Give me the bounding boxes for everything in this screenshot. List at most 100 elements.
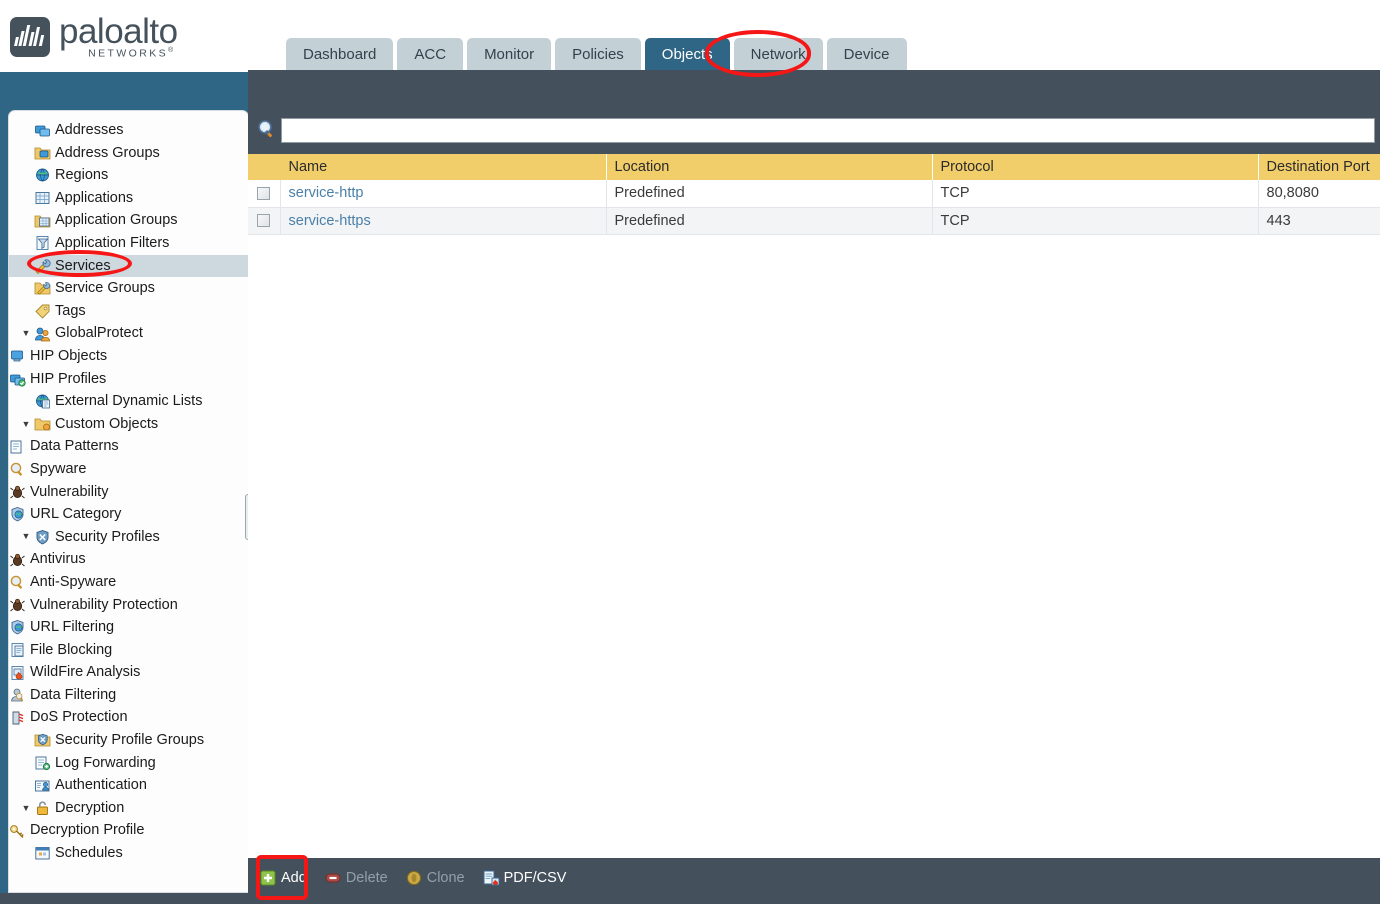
sidebar-item-regions[interactable]: Regions xyxy=(9,164,248,187)
sidebar-item-label: Services xyxy=(55,257,111,274)
cell-destination-port: 80,8080 xyxy=(1258,180,1380,208)
sidebar-item-service-groups[interactable]: Service Groups xyxy=(9,277,248,300)
sidebar-item-label: Antivirus xyxy=(30,551,86,568)
sidebar-item-label: Security Profiles xyxy=(55,528,160,545)
anti-spyware-icon xyxy=(9,574,26,590)
sidebar-item-hip-objects[interactable]: HIP Objects xyxy=(9,345,248,368)
expand-collapse-triangle-icon[interactable]: ▼ xyxy=(18,419,34,429)
sidebar-item-tags[interactable]: Tags xyxy=(9,300,248,323)
table-row[interactable]: service-http Predefined TCP 80,8080 xyxy=(248,180,1380,208)
search-icon[interactable] xyxy=(255,118,279,142)
tab-acc[interactable]: ACC xyxy=(397,38,464,70)
cell-name-text[interactable]: service-https xyxy=(289,213,371,229)
sidebar-item-schedules[interactable]: Schedules xyxy=(9,842,248,865)
sidebar-item-vulnerability-protection[interactable]: Vulnerability Protection xyxy=(9,593,248,616)
tab-label: Device xyxy=(843,45,890,63)
hip-profiles-icon xyxy=(9,371,26,387)
url-category-icon xyxy=(9,506,26,522)
search-bar xyxy=(248,110,1380,150)
sidebar-item-hip-profiles[interactable]: HIP Profiles xyxy=(9,368,248,391)
column-header-location[interactable]: Location xyxy=(606,154,933,180)
schedules-icon xyxy=(34,845,51,861)
sidebar-item-decryption-profile[interactable]: Decryption Profile xyxy=(9,819,248,842)
tab-monitor[interactable]: Monitor xyxy=(467,38,552,70)
log-forwarding-icon xyxy=(34,755,51,771)
sidebar-item-authentication[interactable]: Authentication xyxy=(9,774,248,797)
column-header-destination-port[interactable]: Destination Port xyxy=(1258,154,1380,180)
window-bottom-strip xyxy=(0,893,1380,904)
authentication-icon xyxy=(34,778,51,794)
tab-policies[interactable]: Policies xyxy=(555,38,641,70)
expand-collapse-triangle-icon[interactable]: ▼ xyxy=(18,532,34,541)
footer-button-label: Clone xyxy=(426,870,465,886)
sidebar-item-label: HIP Profiles xyxy=(30,370,107,387)
tab-label: Objects xyxy=(661,45,713,63)
sidebar-item-applications[interactable]: Applications xyxy=(9,187,248,210)
expand-collapse-triangle-icon[interactable]: ▼ xyxy=(18,803,34,813)
column-header-name[interactable]: Name xyxy=(280,154,607,180)
data-filtering-icon xyxy=(9,687,26,703)
tab-label: Network xyxy=(750,45,806,63)
search-input[interactable] xyxy=(281,117,1375,143)
sidebar-item-dos-protection[interactable]: DoS Protection xyxy=(9,706,248,729)
row-select-cell xyxy=(248,180,281,208)
dos-protection-icon xyxy=(9,710,26,726)
sidebar-item-label: Application Filters xyxy=(55,235,170,252)
plus-icon xyxy=(260,870,276,886)
sidebar-item-file-blocking[interactable]: File Blocking xyxy=(9,639,248,662)
sidebar-item-anti-spyware[interactable]: Anti-Spyware xyxy=(9,571,248,594)
sidebar-item-globalprotect[interactable]: ▼ GlobalProtect xyxy=(9,322,248,345)
sidebar-item-external-dynamic-lists[interactable]: External Dynamic Lists xyxy=(9,390,248,413)
table-row[interactable]: service-https Predefined TCP 443 xyxy=(248,207,1380,235)
sidebar-item-services[interactable]: Services xyxy=(9,254,248,278)
sidebar-item-vulnerability[interactable]: Vulnerability xyxy=(9,481,248,504)
sidebar-item-label: Tags xyxy=(55,302,86,319)
sidebar-item-data-patterns[interactable]: Data Patterns xyxy=(9,435,248,458)
tab-label: Dashboard xyxy=(303,45,377,63)
decryption-profile-icon xyxy=(9,823,26,839)
sidebar-item-decryption[interactable]: ▼ Decryption xyxy=(9,797,248,820)
sidebar-item-wildfire-analysis[interactable]: WildFire Analysis xyxy=(9,661,248,684)
sidebar-item-antivirus[interactable]: Antivirus xyxy=(9,548,248,571)
tab-device[interactable]: Device xyxy=(826,38,907,70)
cell-destination-port: 443 xyxy=(1258,207,1380,235)
sidebar-item-log-forwarding[interactable]: Log Forwarding xyxy=(9,752,248,775)
sidebar-item-addresses[interactable]: Addresses xyxy=(9,119,248,142)
antivirus-icon xyxy=(9,552,26,568)
sidebar-item-spyware[interactable]: Spyware xyxy=(9,458,248,481)
row-checkbox[interactable] xyxy=(257,186,271,200)
footer-button-label: Delete xyxy=(345,870,388,886)
custom-objects-icon xyxy=(34,416,51,432)
sidebar-item-custom-objects[interactable]: ▼ Custom Objects xyxy=(9,413,248,436)
sidebar-item-address-groups[interactable]: Address Groups xyxy=(9,142,248,165)
application-groups-icon xyxy=(34,213,51,229)
sidebar-item-security-profile-groups[interactable]: Security Profile Groups xyxy=(9,729,248,752)
pdf-csv-button[interactable]: PDF/CSV xyxy=(483,870,566,886)
cell-name[interactable]: service-https xyxy=(280,207,607,235)
sidebar-item-url-filtering[interactable]: URL Filtering xyxy=(9,616,248,639)
sidebar-item-security-profiles[interactable]: ▼ Security Profiles xyxy=(9,526,248,549)
address-groups-icon xyxy=(34,145,51,161)
tab-dashboard[interactable]: Dashboard xyxy=(286,38,394,70)
sidebar-item-application-filters[interactable]: Application Filters xyxy=(9,232,248,255)
sidebar-item-application-groups[interactable]: Application Groups xyxy=(9,209,248,232)
sidebar-item-data-filtering[interactable]: Data Filtering xyxy=(9,684,248,707)
decryption-icon xyxy=(34,800,51,816)
sidebar-item-label: Application Groups xyxy=(55,212,178,229)
cell-name[interactable]: service-http xyxy=(280,180,607,208)
add-button[interactable]: Add xyxy=(260,870,307,886)
tab-objects[interactable]: Objects xyxy=(644,38,730,70)
content-top-strip xyxy=(248,70,1380,110)
data-patterns-icon xyxy=(9,439,26,455)
pdf-csv-icon xyxy=(483,870,500,886)
sidebar-item-url-category[interactable]: URL Category xyxy=(9,503,248,526)
column-header-protocol[interactable]: Protocol xyxy=(932,154,1259,180)
row-select-cell xyxy=(248,207,281,235)
row-checkbox[interactable] xyxy=(257,214,271,228)
tab-network[interactable]: Network xyxy=(733,38,823,70)
cell-name-text[interactable]: service-http xyxy=(289,185,364,201)
expand-collapse-triangle-icon[interactable]: ▼ xyxy=(18,329,34,338)
cell-destination-port-text: 80,8080 xyxy=(1266,185,1319,202)
globalprotect-icon xyxy=(34,326,51,342)
sidebar-item-label: HIP Objects xyxy=(30,347,108,364)
